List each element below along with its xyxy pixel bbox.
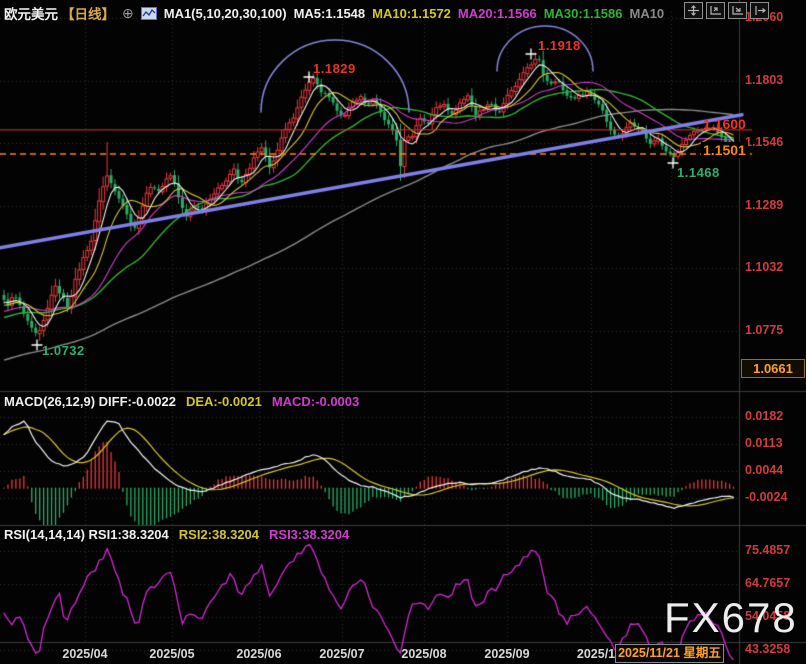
month-axis-label: 2025/08 xyxy=(401,647,446,661)
month-axis-label: 2025/09 xyxy=(484,647,529,661)
month-axis-label: 2025/05 xyxy=(149,647,194,661)
current-date-label: 2025/11/21 星期五 xyxy=(615,644,724,663)
macd-panel-area[interactable] xyxy=(0,412,738,524)
chart-window: 欧元美元【日线】⊕ MA1(5,10,20,30,100) MA5:1.1548… xyxy=(0,0,806,664)
price-axis-area[interactable] xyxy=(740,0,806,640)
macd-diff-value: MACD(26,12,9) DIFF:-0.0022 xyxy=(4,394,176,409)
rsi2-value: RSI2:38.3204 xyxy=(179,527,259,542)
rsi-panel-area[interactable] xyxy=(0,546,738,641)
month-axis-label: 2025/04 xyxy=(62,647,107,661)
rsi-header: RSI(14,14,14) RSI1:38.3204 RSI2:38.3204 … xyxy=(4,527,349,542)
month-axis-label: 2025/06 xyxy=(236,647,281,661)
macd-hist-value: MACD:-0.0003 xyxy=(272,394,359,409)
main-chart-area[interactable] xyxy=(0,10,738,390)
month-axis-label: 2025/1 xyxy=(577,647,615,661)
macd-header: MACD(26,12,9) DIFF:-0.0022 DEA:-0.0021 M… xyxy=(4,394,359,409)
rsi1-value: RSI(14,14,14) RSI1:38.3204 xyxy=(4,527,169,542)
rsi3-value: RSI3:38.3204 xyxy=(269,527,349,542)
month-axis-label: 2025/07 xyxy=(319,647,364,661)
axis-tick-label: 43.3258 xyxy=(745,642,790,656)
macd-dea-value: DEA:-0.0021 xyxy=(186,394,262,409)
